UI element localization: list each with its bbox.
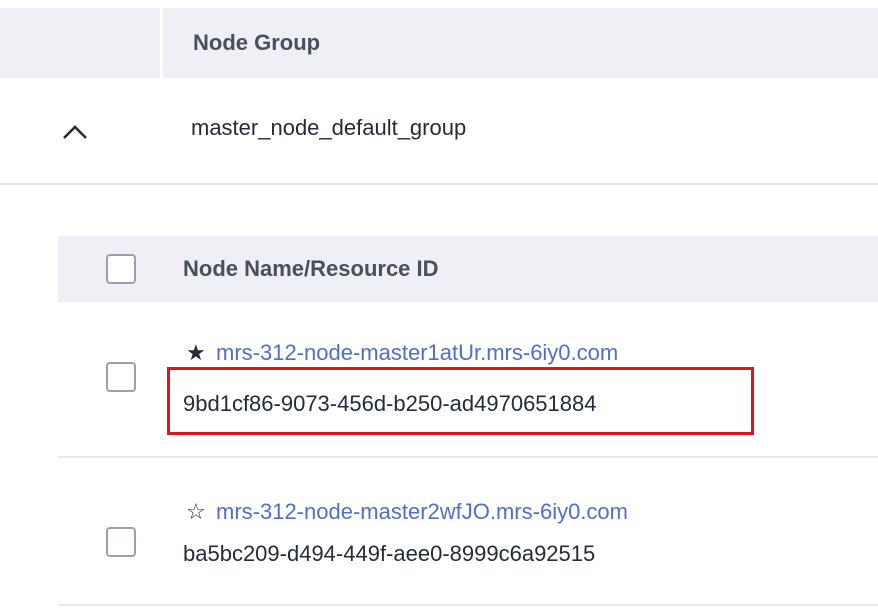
group-name: master_node_default_group <box>191 115 467 140</box>
inner-table-header <box>58 236 878 302</box>
star-filled-icon[interactable]: ★ <box>186 340 210 366</box>
column-header-node-group: Node Group <box>193 30 321 55</box>
table-header <box>0 8 878 78</box>
select-all-checkbox[interactable] <box>106 254 136 284</box>
highlight-box <box>167 367 754 435</box>
column-header-node-name-resource-id: Node Name/Resource ID <box>183 256 439 281</box>
header-column-divider <box>160 8 163 78</box>
node-name-link[interactable]: mrs-312-node-master1atUr.mrs-6iy0.com <box>216 340 618 365</box>
row-checkbox[interactable] <box>106 527 136 557</box>
node-name-line: ☆ mrs-312-node-master2wfJO.mrs-6iy0.com <box>186 499 628 525</box>
row-divider <box>58 604 878 606</box>
node-name-link[interactable]: mrs-312-node-master2wfJO.mrs-6iy0.com <box>216 499 628 524</box>
group-row-divider <box>0 183 878 185</box>
row-divider <box>58 456 878 458</box>
node-name-line: ★ mrs-312-node-master1atUr.mrs-6iy0.com <box>186 340 618 366</box>
chevron-up-icon[interactable] <box>58 114 98 148</box>
star-outline-icon[interactable]: ☆ <box>186 499 210 525</box>
resource-id: ba5bc209-d494-449f-aee0-8999c6a92515 <box>183 541 596 566</box>
row-checkbox[interactable] <box>106 362 136 392</box>
